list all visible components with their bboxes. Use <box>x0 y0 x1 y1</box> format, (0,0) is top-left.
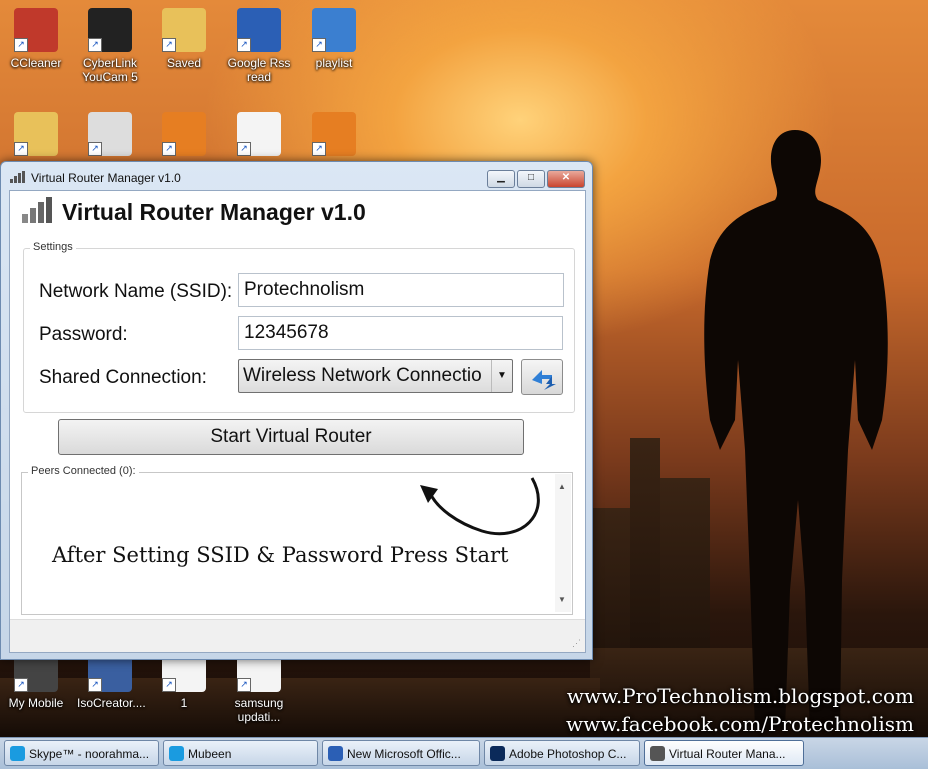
shortcut-arrow-icon: ↗ <box>237 142 251 156</box>
desktop-icon-label: Saved <box>166 56 202 70</box>
desktop-icon[interactable]: ↗ CCleaner <box>3 8 69 70</box>
desktop-icon-label: CyberLink YouCam 5 <box>82 56 138 84</box>
shortcut-arrow-icon: ↗ <box>14 678 28 692</box>
taskbar-button[interactable]: Adobe Photoshop C... <box>484 740 640 766</box>
settings-group-title: Settings <box>30 241 76 253</box>
taskbar-button-label: Adobe Photoshop C... <box>509 747 627 761</box>
watermark-facebook-url: www.facebook.com/Protechnolism <box>566 712 914 736</box>
desktop-icon[interactable]: ↗ Google Rss read <box>226 8 292 84</box>
desktop-icon-label: Google Rss read <box>227 56 291 84</box>
desktop-icon-label: My Mobile <box>8 696 64 710</box>
status-bar: ⋰ <box>10 619 585 652</box>
minimize-button[interactable]: ▁ <box>487 170 515 188</box>
taskbar: Skype™ - noorahma... Mubeen New Microsoft … <box>0 737 928 769</box>
shortcut-arrow-icon: ↗ <box>14 38 28 52</box>
desktop-icon-label: 1 <box>180 696 188 710</box>
taskbar-button-label: New Microsoft Offic... <box>347 747 461 761</box>
shortcut-arrow-icon: ↗ <box>88 142 102 156</box>
peers-connected-list: Peers Connected (0): After Setting SSID … <box>21 465 573 615</box>
taskbar-app-icon <box>328 746 343 761</box>
shared-connection-select[interactable]: Wireless Network Connectio ▼ <box>238 359 513 393</box>
kingsoft-icon: ↗ <box>312 112 356 156</box>
folder-icon: ↗ <box>162 8 206 52</box>
maximize-button[interactable]: □ <box>517 170 545 188</box>
shortcut-arrow-icon: ↗ <box>312 142 326 156</box>
ssid-input[interactable]: Protechnolism <box>238 273 564 307</box>
shortcut-arrow-icon: ↗ <box>162 142 176 156</box>
taskbar-button[interactable]: New Microsoft Offic... <box>322 740 480 766</box>
window-client-area: Virtual Router Manager v1.0 Settings Net… <box>9 190 586 653</box>
taskbar-button-label: Skype™ - noorahma... <box>29 747 150 761</box>
shortcut-arrow-icon: ↗ <box>237 678 251 692</box>
word-document-icon: ↗ <box>237 8 281 52</box>
router-signal-icon <box>10 171 25 183</box>
desktop-icon-label: IsoCreator.... <box>77 696 146 710</box>
taskbar-button-label: Mubeen <box>188 747 232 761</box>
shortcut-arrow-icon: ↗ <box>162 38 176 52</box>
window-titlebar[interactable]: Virtual Router Manager v1.0 ▁ □ ✕ <box>1 162 592 192</box>
text-document-icon: ↗ <box>237 112 281 156</box>
taskbar-app-icon <box>490 746 505 761</box>
app-heading: Virtual Router Manager v1.0 <box>62 199 366 225</box>
shortcut-arrow-icon: ↗ <box>14 142 28 156</box>
shortcut-arrow-icon: ↗ <box>237 38 251 52</box>
taskbar-app-icon <box>10 746 25 761</box>
scroll-up-icon[interactable]: ▲ <box>558 482 566 491</box>
desktop-icon-label: playlist <box>315 56 353 70</box>
audio-file-icon: ↗ <box>312 8 356 52</box>
shortcut-arrow-icon: ↗ <box>162 678 176 692</box>
taskbar-button[interactable]: Mubeen <box>163 740 318 766</box>
peers-group-title: Peers Connected (0): <box>28 465 139 477</box>
password-label: Password: <box>39 324 128 345</box>
app-signal-icon <box>22 197 52 223</box>
taskbar-app-icon <box>169 746 184 761</box>
watermark-blog-url: www.ProTechnolism.blogspot.com <box>566 684 914 708</box>
standing-man-silhouette <box>704 130 888 730</box>
wifi-hotspot-icon: ↗ <box>88 112 132 156</box>
fish-app-icon: ↗ <box>162 112 206 156</box>
shared-connection-label: Shared Connection: <box>39 367 207 388</box>
desktop-icon[interactable]: ↗ Saved <box>151 8 217 70</box>
shortcut-arrow-icon: ↗ <box>312 38 326 52</box>
password-input[interactable]: 12345678 <box>238 316 563 350</box>
window-title: Virtual Router Manager v1.0 <box>31 171 181 185</box>
taskbar-button[interactable]: Skype™ - noorahma... <box>4 740 159 766</box>
downloads-folder-icon: ↗ <box>14 112 58 156</box>
desktop-icon[interactable]: ↗ playlist <box>301 8 367 70</box>
refresh-arrows-icon <box>532 370 556 390</box>
resize-grip-icon[interactable]: ⋰ <box>572 638 581 649</box>
shortcut-arrow-icon: ↗ <box>88 38 102 52</box>
refresh-button[interactable] <box>521 359 563 395</box>
desktop-icon-label: samsung updati... <box>234 696 284 724</box>
curved-arrow-icon <box>420 477 540 536</box>
ssid-label: Network Name (SSID): <box>39 281 233 302</box>
shared-connection-value: Wireless Network Connectio <box>243 365 482 386</box>
desktop-icon[interactable]: ↗ <box>226 112 292 160</box>
peers-scrollbar[interactable]: ▲ ▼ <box>555 474 571 612</box>
desktop-icon[interactable]: ↗ <box>3 112 69 160</box>
desktop-icon[interactable]: ↗ <box>301 112 367 160</box>
dropdown-arrow-icon: ▼ <box>491 360 512 392</box>
desktop-icon[interactable]: ↗ <box>77 112 143 160</box>
ccleaner-icon: ↗ <box>14 8 58 52</box>
annotation-text: After Setting SSID & Password Press Star… <box>52 543 509 567</box>
virtual-router-window: Virtual Router Manager v1.0 ▁ □ ✕ Virtua… <box>0 161 593 660</box>
settings-group: Settings Network Name (SSID): Protechnol… <box>23 241 575 413</box>
shortcut-arrow-icon: ↗ <box>88 678 102 692</box>
desktop-icon-label: CCleaner <box>10 56 62 70</box>
desktop-icon[interactable]: ↗ CyberLink YouCam 5 <box>77 8 143 84</box>
webcam-icon: ↗ <box>88 8 132 52</box>
taskbar-app-icon <box>650 746 665 761</box>
desktop-icon[interactable]: ↗ <box>151 112 217 160</box>
start-virtual-router-button[interactable]: Start Virtual Router <box>58 419 524 455</box>
scroll-down-icon[interactable]: ▼ <box>558 595 566 604</box>
taskbar-button[interactable]: Virtual Router Mana... <box>644 740 804 766</box>
taskbar-button-label: Virtual Router Mana... <box>669 747 786 761</box>
close-button[interactable]: ✕ <box>547 170 585 188</box>
